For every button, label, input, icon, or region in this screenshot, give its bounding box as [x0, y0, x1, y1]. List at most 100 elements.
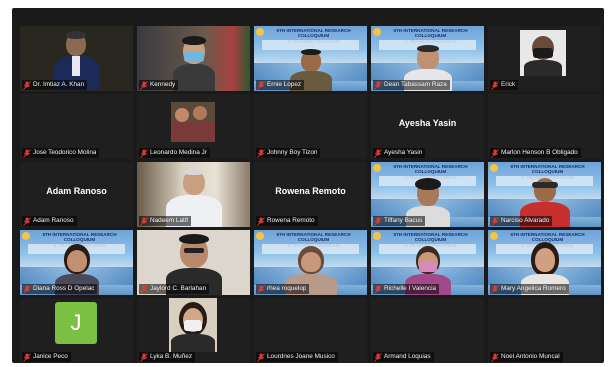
participant-tile[interactable]: Armand Loquias	[371, 298, 484, 363]
participant-name-tag: Nadeem Latif	[139, 216, 192, 226]
participant-name: rhea roquelop	[267, 285, 307, 292]
participant-name: Armand Loquias	[384, 353, 431, 360]
participant-name: Adam Ranoso	[33, 217, 74, 224]
participant-name: Kennedy	[150, 81, 176, 88]
participant-tile[interactable]: Johnny Boy Tizon	[254, 94, 367, 159]
colloquium-logo	[373, 164, 381, 172]
participant-tile[interactable]: Kennedy	[137, 26, 250, 91]
participant-name-tag: Noel Antonio Muncal	[490, 352, 563, 362]
muted-mic-icon	[23, 80, 31, 90]
participant-name-tag: Ayesha Yasin	[373, 148, 426, 158]
muted-mic-icon	[23, 148, 31, 158]
participant-name-card: Ayesha Yasin	[398, 118, 457, 128]
muted-mic-icon	[257, 352, 265, 362]
muted-mic-icon	[374, 284, 382, 294]
colloquium-logo	[490, 232, 498, 240]
participant-name: Narciso Alvarado	[501, 217, 550, 224]
participant-name-tag: Jaylord C. Barlahan	[139, 284, 210, 294]
participant-name-card: Adam Ranoso	[46, 186, 107, 196]
participant-tile-active-speaker[interactable]: 6TH INTERNATIONAL RESEARCH COLLOQUIUM& T…	[254, 26, 367, 91]
muted-mic-icon	[257, 216, 265, 226]
participant-tile[interactable]: 6TH INTERNATIONAL RESEARCH COLLOQUIUM& T…	[371, 26, 484, 91]
participant-name-tag: Tiffany Bacus	[373, 216, 426, 226]
participant-tile[interactable]: Adam Ranoso Adam Ranoso	[20, 162, 133, 227]
colloquium-logo	[22, 232, 30, 240]
participant-name: Nadeem Latif	[150, 217, 189, 224]
participant-name-card: Rowena Remoto	[275, 186, 346, 196]
participant-tile[interactable]: Ayesha Yasin Ayesha Yasin	[371, 94, 484, 159]
muted-mic-icon	[140, 80, 148, 90]
participant-name: Mary Angelica Romero	[501, 285, 566, 292]
participant-tile[interactable]: 6TH INTERNATIONAL RESEARCH COLLOQUIUM& T…	[254, 230, 367, 295]
participant-tile[interactable]: Lyka B. Muñez	[137, 298, 250, 363]
muted-mic-icon	[257, 80, 265, 90]
meeting-window: Dr. Imtiaz A. Khan Kennedy 6TH INTERNATI…	[12, 8, 604, 363]
muted-mic-icon	[23, 352, 31, 362]
participant-name: Dr. Imtiaz A. Khan	[33, 81, 85, 88]
participant-name: Jose Teodorico Molina	[33, 149, 97, 156]
participant-tile[interactable]: Noel Antonio Muncal	[488, 298, 601, 363]
participant-name-tag: Jose Teodorico Molina	[22, 148, 100, 158]
participant-video-frame	[171, 102, 215, 142]
muted-mic-icon	[23, 284, 31, 294]
participant-name-tag: Kennedy	[139, 80, 179, 90]
muted-mic-icon	[374, 216, 382, 226]
gallery-grid: Dr. Imtiaz A. Khan Kennedy 6TH INTERNATI…	[20, 26, 601, 363]
participant-name: Marlon Henson B Obligado	[501, 149, 578, 156]
participant-tile[interactable]: 6TH INTERNATIONAL RESEARCH COLLOQUIUM& T…	[371, 230, 484, 295]
participant-tile[interactable]: J Janice Peco	[20, 298, 133, 363]
participant-video-frame	[169, 298, 217, 352]
participant-tile[interactable]: 6TH INTERNATIONAL RESEARCH COLLOQUIUM& T…	[20, 230, 133, 295]
participant-name-tag: Narciso Alvarado	[490, 216, 553, 226]
participant-tile[interactable]: Leonardo Medina Jr	[137, 94, 250, 159]
participant-name-tag: Richelle I Valencia	[373, 284, 440, 294]
participant-name-tag: Leonardo Medina Jr	[139, 148, 210, 158]
participant-name-tag: Erick	[490, 80, 519, 90]
participant-name-tag: Dr. Imtiaz A. Khan	[22, 80, 88, 90]
muted-mic-icon	[23, 216, 31, 226]
muted-mic-icon	[491, 80, 499, 90]
participant-tile[interactable]: 6TH INTERNATIONAL RESEARCH COLLOQUIUM& T…	[371, 162, 484, 227]
participant-video-frame	[520, 30, 566, 76]
participant-tile[interactable]: Marlon Henson B Obligado	[488, 94, 601, 159]
participant-name-tag: Marlon Henson B Obligado	[490, 148, 581, 158]
participant-name: Noel Antonio Muncal	[501, 353, 560, 360]
participant-name: Janice Peco	[33, 353, 68, 360]
muted-mic-icon	[140, 284, 148, 294]
participant-name-tag: Janice Peco	[22, 352, 71, 362]
colloquium-logo	[373, 232, 381, 240]
participant-tile[interactable]: Jose Teodorico Molina	[20, 94, 133, 159]
muted-mic-icon	[140, 148, 148, 158]
participant-name: Johnny Boy Tizon	[267, 149, 318, 156]
muted-mic-icon	[257, 148, 265, 158]
muted-mic-icon	[374, 148, 382, 158]
participant-name-tag: Adam Ranoso	[22, 216, 77, 226]
participant-tile[interactable]: Lourdnes Joane Musico	[254, 298, 367, 363]
participant-avatar: J	[55, 302, 97, 344]
muted-mic-icon	[140, 216, 148, 226]
participant-tile[interactable]: Dr. Imtiaz A. Khan	[20, 26, 133, 91]
participant-tile[interactable]: Nadeem Latif	[137, 162, 250, 227]
muted-mic-icon	[257, 284, 265, 294]
muted-mic-icon	[491, 216, 499, 226]
participant-tile[interactable]: Rowena Remoto Rowena Remoto	[254, 162, 367, 227]
participant-tile[interactable]: 6TH INTERNATIONAL RESEARCH COLLOQUIUM& T…	[488, 162, 601, 227]
participant-name-tag: Mary Angelica Romero	[490, 284, 569, 294]
participant-name-tag: rhea roquelop	[256, 284, 310, 294]
participant-name-tag: Lyka B. Muñez	[139, 352, 196, 362]
participant-name: Jaylord C. Barlahan	[150, 285, 207, 292]
participant-name: Lyka B. Muñez	[150, 353, 193, 360]
muted-mic-icon	[140, 352, 148, 362]
muted-mic-icon	[491, 352, 499, 362]
colloquium-logo	[256, 232, 264, 240]
participant-name: Diana Ross D Opelac	[33, 285, 95, 292]
participant-name-tag: Diana Ross D Opelac	[22, 284, 98, 294]
participant-name: Ayesha Yasin	[384, 149, 423, 156]
colloquium-logo	[490, 164, 498, 172]
muted-mic-icon	[374, 352, 382, 362]
participant-tile[interactable]: Erick	[488, 26, 601, 91]
participant-tile[interactable]: 6TH INTERNATIONAL RESEARCH COLLOQUIUM& T…	[488, 230, 601, 295]
participant-tile[interactable]: Jaylord C. Barlahan	[137, 230, 250, 295]
participant-name: Rowena Remoto	[267, 217, 315, 224]
muted-mic-icon	[374, 80, 382, 90]
